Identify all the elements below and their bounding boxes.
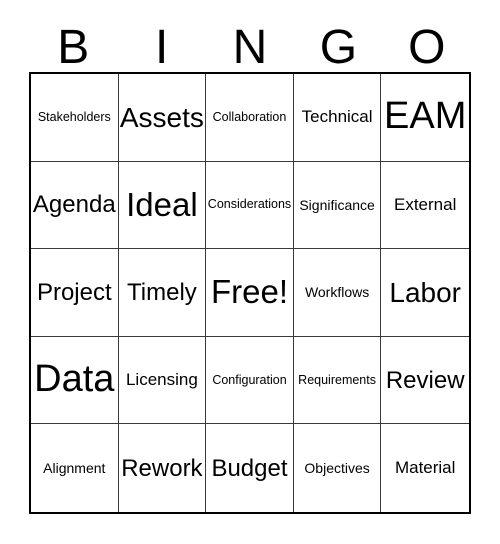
bingo-cell-r3-c5[interactable]: Labor [381,249,469,337]
bingo-cell-label: Ideal [126,185,198,223]
bingo-cell-r2-c1[interactable]: Agenda [31,161,119,250]
bingo-cell-label: Material [394,458,456,478]
bingo-cell-label: Budget [211,454,288,482]
bingo-cell-label: Timely [127,278,197,306]
bingo-cell-r2-c3[interactable]: Considerations [206,161,294,250]
bingo-cell-label: External [394,194,457,214]
bingo-cell-r1-c3[interactable]: Collaboration [206,74,294,162]
bingo-cell-r4-c2[interactable]: Licensing [118,336,207,425]
bingo-cell-label: Stakeholders [37,109,111,124]
bingo-cell-label: Alignment [43,459,106,476]
bingo-cell-label: Objectives [304,459,370,476]
bingo-cell-label: Workflows [304,284,370,301]
bingo-cell-label: Technical [301,107,373,127]
bingo-cell-r2-c5[interactable]: External [381,161,469,250]
bingo-cell-r1-c1[interactable]: Stakeholders [31,74,119,162]
bingo-cell-r1-c2[interactable]: Assets [118,74,207,162]
bingo-cell-r4-c1[interactable]: Data [31,336,119,425]
bingo-header-letter-n: N [232,21,268,74]
bingo-cell-label: Agenda [32,191,116,219]
bingo-free-space-cell[interactable]: Free! [206,249,294,337]
bingo-grid: Stakeholders Assets Collaboration Technical… [29,72,471,514]
bingo-cell-label: Assets [119,101,204,133]
bingo-cell-r3-c1[interactable]: Project [31,249,119,337]
bingo-cell-r1-c5[interactable]: EAM [381,74,469,162]
bingo-cell-label: Collaboration [212,109,287,124]
bingo-cell-r4-c3[interactable]: Configuration [206,336,294,425]
bingo-header-letter-o: O [408,21,446,74]
bingo-card: B I NGO Stakeholders Assets Collaboration Tec… [0,0,500,544]
bingo-cell-label: Free! [210,273,288,311]
bingo-cell-r2-c2[interactable]: Ideal [118,161,207,250]
bingo-cell-r5-c4[interactable]: Objectives [293,424,382,512]
bingo-cell-label: EAM [384,95,467,138]
bingo-cell-label: Data [34,358,115,401]
bingo-cell-label: Review [385,366,465,394]
bingo-cell-r4-c4[interactable]: Requirements [293,336,382,425]
bingo-cell-label: Project [36,278,112,306]
bingo-cell-r2-c4[interactable]: Significance [293,161,382,250]
bingo-cell-label: Significance [299,196,375,213]
bingo-header-letter-b: B [57,21,90,74]
bingo-cell-label: Requirements [298,372,376,387]
bingo-cell-label: Configuration [212,372,287,387]
bingo-cell-label: Rework [121,454,203,482]
bingo-cell-r1-c4[interactable]: Technical [293,74,382,162]
bingo-cell-label: Labor [389,276,461,308]
bingo-header-letter-i: I [154,21,169,74]
bingo-cell-r5-c2[interactable]: Rework [118,424,207,512]
bingo-header: B I NGO [29,18,471,72]
bingo-cell-label: Licensing [125,370,198,390]
bingo-cell-r4-c5[interactable]: Review [381,336,469,425]
bingo-cell-r5-c3[interactable]: Budget [206,424,294,512]
bingo-cell-r5-c5[interactable]: Material [381,424,469,512]
bingo-header-letter-g: G [319,21,358,74]
bingo-cell-r3-c4[interactable]: Workflows [293,249,382,337]
bingo-cell-r5-c1[interactable]: Alignment [31,424,119,512]
bingo-cell-label: Considerations [207,197,292,212]
bingo-cell-r3-c2[interactable]: Timely [118,249,207,337]
